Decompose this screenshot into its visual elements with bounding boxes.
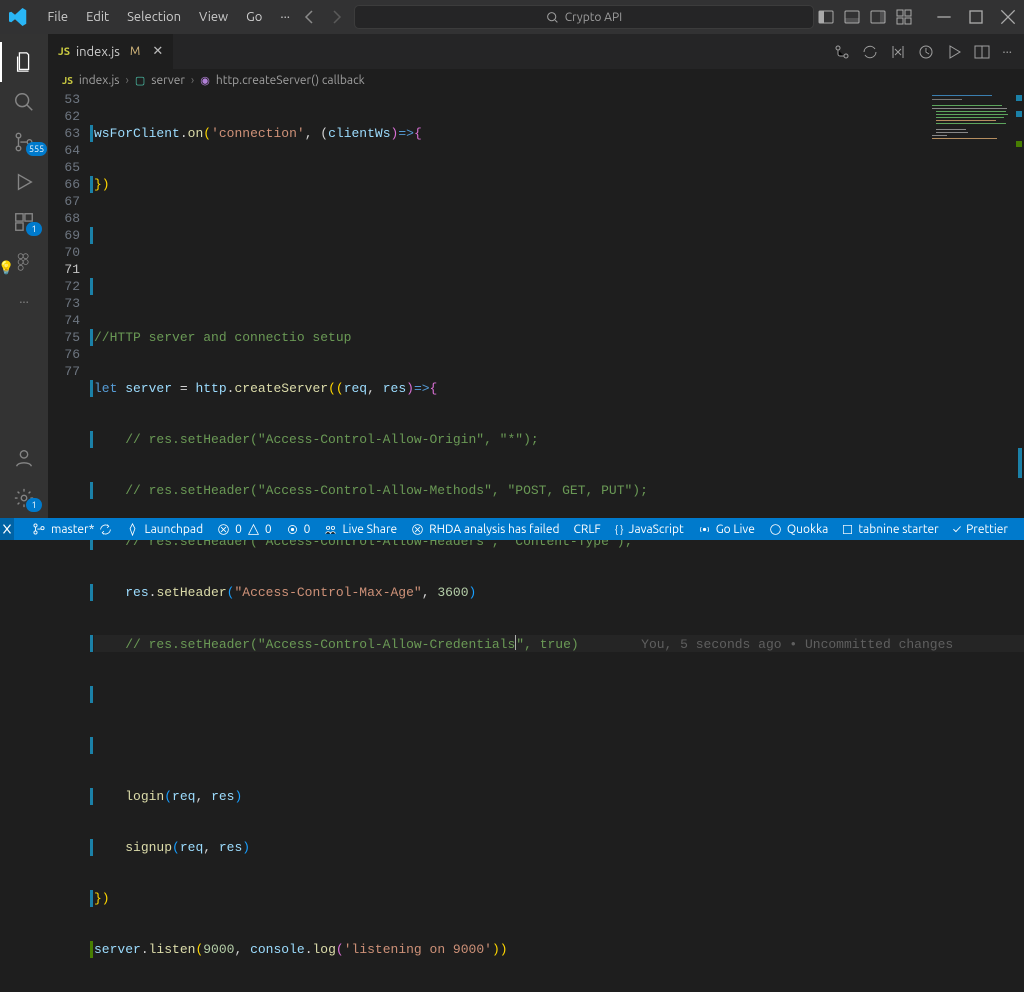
- layout-sidebar-right-icon[interactable]: [870, 9, 886, 25]
- method-icon: ◉: [200, 74, 210, 87]
- window-maximize-icon[interactable]: [968, 9, 984, 25]
- editor-action-split-icon[interactable]: [974, 44, 990, 60]
- activity-extensions[interactable]: 1: [0, 202, 48, 242]
- status-golive[interactable]: Go Live: [698, 523, 755, 536]
- layout-sidebar-left-icon[interactable]: [818, 9, 834, 25]
- code-editor[interactable]: 536263 646566 676869 707172 737475 7677 …: [48, 91, 1024, 518]
- menu-bar: File Edit Selection View Go ···: [39, 6, 298, 28]
- editor-action-sync-icon[interactable]: [862, 44, 878, 60]
- editor-action-diff-icon[interactable]: [890, 44, 906, 60]
- scm-badge: 555: [26, 142, 47, 156]
- activity-accounts[interactable]: [0, 438, 48, 478]
- menu-go[interactable]: Go: [238, 6, 270, 28]
- chevron-right-icon: ›: [191, 74, 194, 87]
- js-file-icon: JS: [62, 75, 73, 86]
- breadcrumb-file[interactable]: index.js: [79, 74, 120, 87]
- title-bar: File Edit Selection View Go ··· Crypto A…: [0, 0, 1024, 34]
- chevron-right-icon: ›: [125, 74, 128, 87]
- nav-back-icon[interactable]: [302, 9, 318, 25]
- activity-debug[interactable]: [0, 162, 48, 202]
- activity-bar: 555 1 ··· 1: [0, 34, 48, 518]
- tab-indexjs[interactable]: JS index.js M ✕: [48, 34, 174, 69]
- code-content[interactable]: wsForClient.on('connection', (clientWs)=…: [94, 91, 1024, 518]
- editor-action-more-icon[interactable]: ···: [1002, 45, 1012, 59]
- line-number-gutter: 536263 646566 676869 707172 737475 7677: [48, 91, 94, 518]
- menu-view[interactable]: View: [191, 6, 236, 28]
- variable-icon: ▢: [135, 74, 145, 87]
- breadcrumb-symbol-2[interactable]: http.createServer() callback: [216, 74, 365, 87]
- minimap[interactable]: [922, 91, 1022, 518]
- status-quokka[interactable]: Quokka: [769, 523, 828, 536]
- breadcrumb[interactable]: JS index.js › ▢ server › ◉ http.createSe…: [48, 69, 1024, 91]
- editor-action-timeline-icon[interactable]: [918, 44, 934, 60]
- status-launchpad[interactable]: Launchpad: [126, 523, 203, 536]
- editor-tab-bar: JS index.js M ✕ ···: [48, 34, 1024, 69]
- window-minimize-icon[interactable]: [936, 9, 952, 25]
- editor-action-run-icon[interactable]: [946, 44, 962, 60]
- activity-scm[interactable]: 555: [0, 122, 48, 162]
- activity-explorer[interactable]: [0, 42, 48, 82]
- status-liveshare[interactable]: Live Share: [324, 523, 397, 536]
- menu-edit[interactable]: Edit: [78, 6, 117, 28]
- menu-file[interactable]: File: [39, 6, 76, 28]
- search-placeholder: Crypto API: [565, 11, 622, 24]
- activity-search[interactable]: [0, 82, 48, 122]
- vscode-logo-icon: [8, 7, 27, 27]
- command-center-search[interactable]: Crypto API: [354, 5, 814, 29]
- layout-customize-icon[interactable]: [896, 9, 912, 25]
- tab-close-icon[interactable]: ✕: [152, 44, 163, 59]
- status-bar: master* Launchpad 0 0 0 Live Share RHDA …: [0, 518, 1024, 540]
- remote-indicator[interactable]: [0, 518, 14, 540]
- menu-more-icon[interactable]: ···: [272, 6, 298, 28]
- breadcrumb-symbol-1[interactable]: server: [151, 74, 185, 87]
- settings-badge: 1: [26, 498, 42, 512]
- nav-forward-icon[interactable]: [328, 9, 344, 25]
- lightbulb-icon[interactable]: 💡: [0, 261, 14, 276]
- editor-action-git-icon[interactable]: [834, 44, 850, 60]
- status-prettier[interactable]: ✓Prettier: [953, 523, 1008, 536]
- status-rhda[interactable]: RHDA analysis has failed: [411, 523, 559, 536]
- overview-ruler[interactable]: [1012, 91, 1024, 518]
- status-tabnine[interactable]: tabnine starter: [842, 523, 938, 536]
- extensions-badge: 1: [26, 222, 42, 236]
- activity-settings[interactable]: 1: [0, 478, 48, 518]
- window-close-icon[interactable]: [1000, 9, 1016, 25]
- tab-modified-indicator: M: [130, 45, 140, 58]
- menu-selection[interactable]: Selection: [119, 6, 189, 28]
- status-eol[interactable]: CRLF: [573, 523, 600, 536]
- status-problems[interactable]: 0 0: [217, 523, 272, 536]
- git-code-lens[interactable]: You, 5 seconds ago • Uncommitted changes: [641, 637, 953, 652]
- status-branch[interactable]: master*: [32, 522, 112, 536]
- status-language[interactable]: { }JavaScript: [615, 523, 684, 536]
- tab-filename: index.js: [76, 45, 120, 59]
- js-file-icon: JS: [58, 46, 70, 58]
- layout-panel-icon[interactable]: [844, 9, 860, 25]
- activity-more-icon[interactable]: ···: [0, 282, 48, 322]
- status-ports[interactable]: 0: [286, 523, 311, 536]
